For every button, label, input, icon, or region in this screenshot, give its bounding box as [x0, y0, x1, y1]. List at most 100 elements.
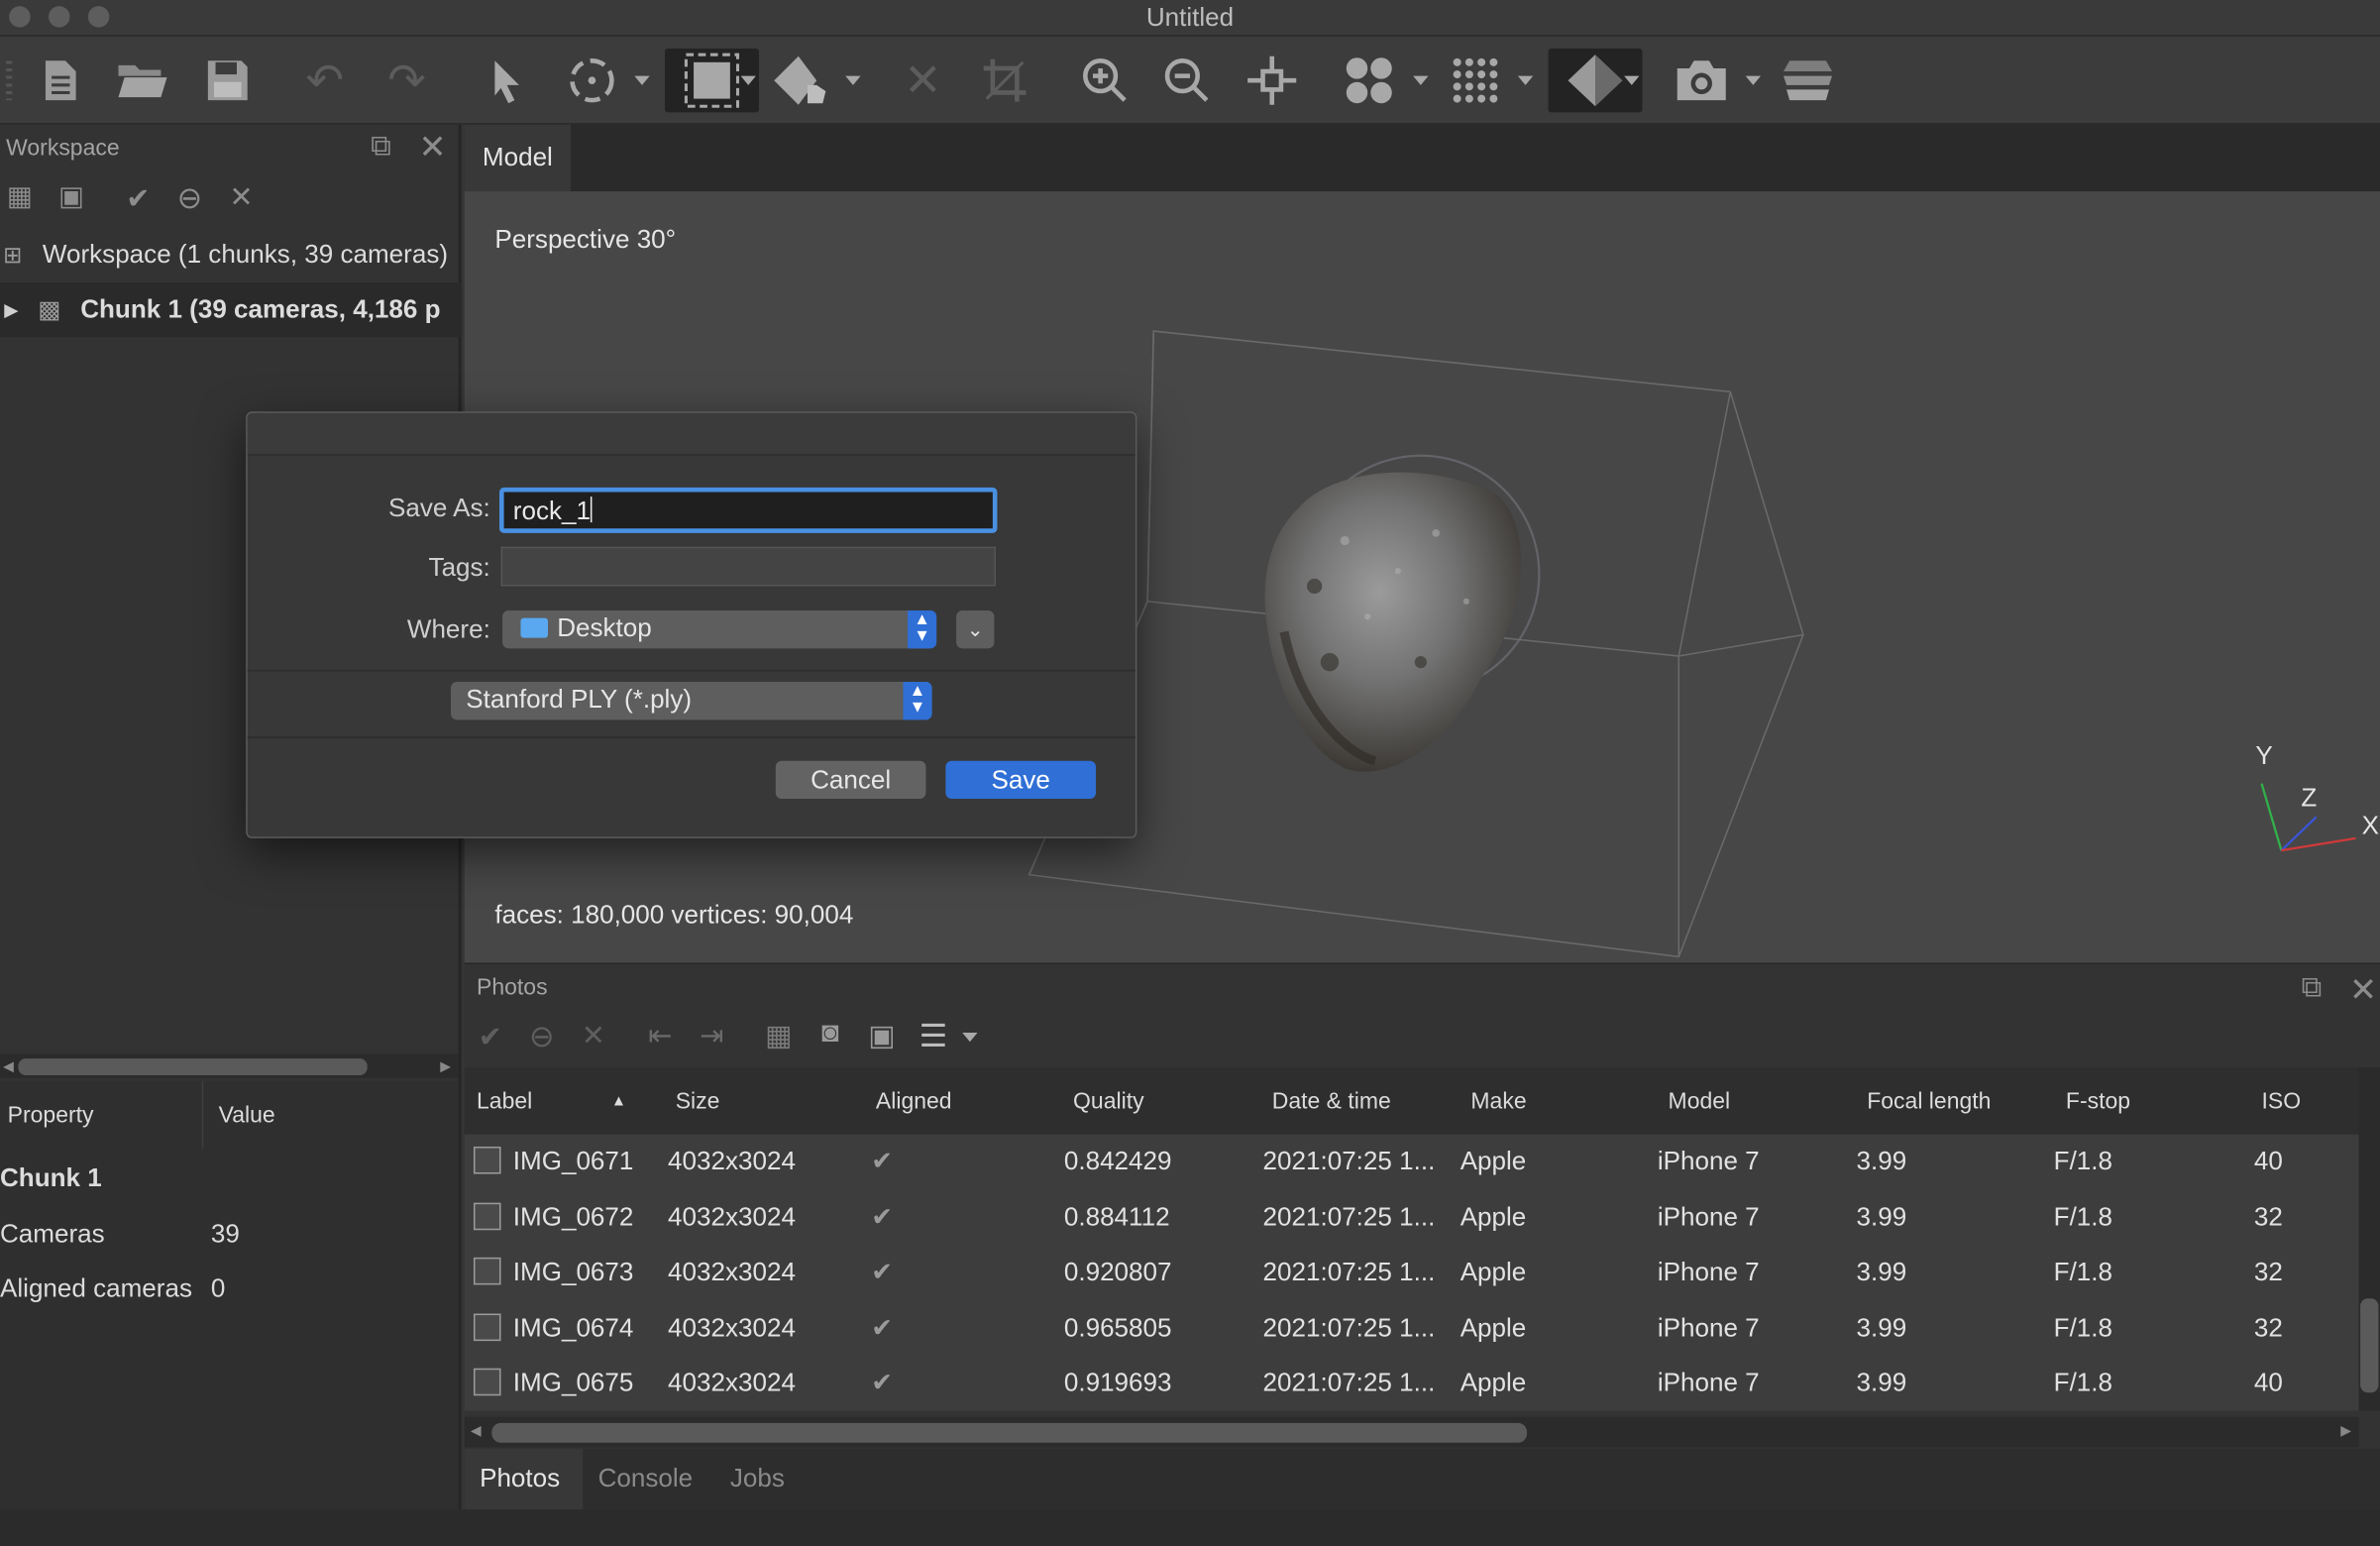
value-column-header[interactable]: Value	[203, 1081, 458, 1148]
chunk-tree-item[interactable]: ▶ ▩ Chunk 1 (39 cameras, 4,186 p	[0, 282, 462, 338]
column-header-iso[interactable]: ISO	[2249, 1067, 2358, 1134]
where-popup[interactable]: Desktop ▲ ▼	[502, 610, 937, 649]
tab-model[interactable]: Model	[464, 124, 571, 192]
photos-hscroll-thumb[interactable]	[491, 1422, 1528, 1443]
undo-icon[interactable]: ↶	[294, 49, 355, 112]
camera-icon[interactable]	[1672, 49, 1732, 112]
cell-datetime: 2021:07:25 1...	[1262, 1201, 1436, 1232]
cell-focal: 3.99	[1856, 1146, 1907, 1176]
navigation-hand-icon[interactable]	[771, 49, 831, 112]
workspace-tree-root[interactable]: ⊞ Workspace (1 chunks, 39 cameras)	[0, 228, 462, 282]
save-icon[interactable]	[197, 49, 258, 112]
cell-fstop: F/1.8	[2053, 1257, 2113, 1286]
sort-ascending-icon[interactable]: ▲	[611, 1093, 626, 1110]
redo-icon[interactable]: ↷	[377, 49, 437, 112]
chevron-down-icon[interactable]	[845, 75, 861, 85]
close-panel-icon[interactable]: ✕	[416, 128, 450, 167]
float-panel-icon[interactable]: ⧉	[365, 131, 398, 165]
scroll-left-icon[interactable]: ◀	[471, 1423, 482, 1440]
dense-cloud-icon[interactable]	[1445, 49, 1505, 112]
photos-table-body: IMG_0671 4032x3024 ✔ 0.842429 2021:07:25 1..…	[464, 1134, 2359, 1411]
table-row[interactable]: IMG_0673 4032x3024 ✔ 0.920807 2021:07:25 1..…	[465, 1246, 2359, 1300]
scroll-right-icon[interactable]: ▶	[2340, 1423, 2351, 1440]
close-panel-icon[interactable]: ✕	[2346, 970, 2380, 1010]
reset-view-icon[interactable]	[1242, 49, 1302, 112]
rock-model	[1264, 454, 1541, 772]
cell-make: Apple	[1460, 1146, 1527, 1176]
tab-jobs[interactable]: Jobs	[730, 1464, 785, 1494]
zoom-out-icon[interactable]	[1156, 49, 1217, 112]
float-panel-icon[interactable]: ⧉	[2295, 972, 2328, 1006]
where-stepper-icon[interactable]: ▲ ▼	[908, 610, 937, 649]
table-row[interactable]: IMG_0675 4032x3024 ✔ 0.919693 2021:07:25 1..…	[465, 1356, 2359, 1410]
chevron-down-icon[interactable]	[1413, 75, 1429, 85]
disable-icon[interactable]: ⊖	[173, 179, 207, 217]
property-column-header[interactable]: Property	[0, 1081, 204, 1149]
scroll-left-icon[interactable]: ◀	[3, 1058, 14, 1075]
column-header-fstop[interactable]: F-stop	[2054, 1067, 2243, 1134]
workspace-scroll-thumb[interactable]	[18, 1058, 368, 1075]
chevron-down-icon[interactable]	[1745, 75, 1762, 85]
column-header-focal-length[interactable]: Focal length	[1855, 1067, 2052, 1134]
reset-mask-icon[interactable]: ▦	[762, 1019, 796, 1053]
crop-selection-icon[interactable]	[974, 49, 1034, 112]
mask-icon[interactable]: ◙	[813, 1018, 847, 1051]
save-as-input[interactable]: rock_1	[498, 487, 998, 533]
add-chunk-icon[interactable]: ▦	[3, 180, 37, 212]
zoom-in-icon[interactable]	[1075, 49, 1136, 112]
column-header-size[interactable]: Size	[663, 1067, 862, 1134]
remove-icon[interactable]: ✕	[225, 180, 259, 215]
expand-dialog-chevron-icon[interactable]: ⌄	[956, 610, 995, 649]
select-arrow-icon[interactable]	[477, 49, 537, 112]
scroll-right-icon[interactable]: ▶	[440, 1058, 451, 1075]
photos-hscrollbar[interactable]: ◀ ▶	[464, 1416, 2359, 1448]
format-stepper-icon[interactable]: ▲ ▼	[903, 682, 932, 720]
column-header-make[interactable]: Make	[1459, 1067, 1656, 1134]
property-name: Aligned cameras	[0, 1273, 192, 1303]
app-window: Untitled ↶ ↷ ✕ Workspace ⧉ ✕ ▦ ▣ ✔ ⊖ ✕ ⊞…	[0, 0, 2380, 1546]
cancel-button[interactable]: Cancel	[775, 760, 926, 800]
column-header-label[interactable]: Label ▲	[465, 1067, 662, 1134]
column-header-aligned[interactable]: Aligned	[864, 1067, 1060, 1134]
cell-model: iPhone 7	[1657, 1257, 1760, 1286]
aligned-check-icon: ✔	[871, 1146, 894, 1176]
tags-input[interactable]	[500, 546, 996, 587]
point-cloud-icon[interactable]	[1339, 49, 1399, 112]
table-row[interactable]: IMG_0671 4032x3024 ✔ 0.842429 2021:07:25 1..…	[465, 1135, 2359, 1189]
column-header-model[interactable]: Model	[1656, 1067, 1853, 1134]
layers-icon[interactable]	[1778, 49, 1838, 112]
list-view-icon[interactable]: ☰	[917, 1018, 950, 1055]
enable-icon[interactable]: ✔	[474, 1021, 507, 1055]
format-popup[interactable]: Stanford PLY (*.ply) ▲ ▼	[450, 682, 932, 720]
save-button[interactable]: Save	[945, 760, 1097, 800]
column-header-datetime[interactable]: Date & time	[1259, 1067, 1457, 1134]
delete-selection-icon[interactable]: ✕	[893, 49, 953, 112]
add-photos-icon[interactable]: ▣	[54, 180, 88, 212]
expand-arrow-icon[interactable]: ▶	[5, 300, 26, 319]
column-header-quality[interactable]: Quality	[1061, 1067, 1258, 1134]
new-file-icon[interactable]	[31, 49, 91, 112]
chevron-down-icon[interactable]	[962, 1033, 978, 1043]
image-view-icon[interactable]: ▣	[865, 1019, 899, 1053]
rotate-right-icon[interactable]: ⇥	[696, 1019, 729, 1053]
remove-icon[interactable]: ✕	[577, 1019, 610, 1053]
disable-icon[interactable]: ⊖	[525, 1018, 559, 1055]
enable-icon[interactable]: ✔	[122, 182, 156, 217]
photos-vscrollbar[interactable]	[2358, 1067, 2380, 1411]
chevron-down-icon[interactable]	[634, 75, 650, 85]
rotate-left-icon[interactable]: ⇤	[644, 1019, 678, 1053]
chevron-down-icon[interactable]	[1624, 75, 1640, 85]
chevron-down-icon[interactable]	[1517, 75, 1534, 85]
photos-vscroll-thumb[interactable]	[2360, 1298, 2379, 1393]
tab-console[interactable]: Console	[598, 1464, 694, 1494]
chevron-down-icon[interactable]	[740, 75, 756, 85]
toolbar-grip[interactable]	[6, 60, 13, 101]
open-folder-icon[interactable]	[112, 49, 172, 112]
workspace-hscrollbar[interactable]: ◀ ▶	[0, 1053, 459, 1079]
property-value: 0	[210, 1273, 226, 1303]
table-row[interactable]: IMG_0674 4032x3024 ✔ 0.965805 2021:07:25 1..…	[465, 1301, 2359, 1356]
tab-photos[interactable]: Photos	[480, 1464, 560, 1494]
cell-quality: 0.884112	[1063, 1201, 1170, 1232]
table-row[interactable]: IMG_0672 4032x3024 ✔ 0.884112 2021:07:25 1..…	[465, 1190, 2359, 1245]
rotate-object-icon[interactable]	[562, 49, 622, 112]
